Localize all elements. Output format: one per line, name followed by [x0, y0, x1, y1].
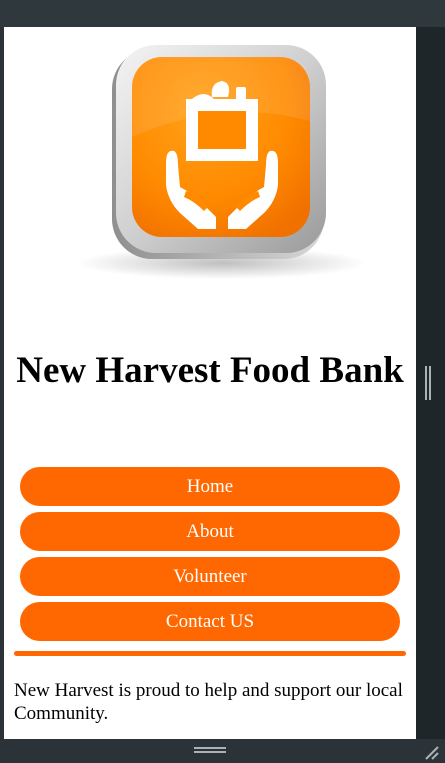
page-viewport: New Harvest Food Bank Home About Volunte… — [4, 27, 416, 739]
nav-about-button[interactable]: About — [20, 512, 400, 551]
nav-contact-button[interactable]: Contact US — [20, 602, 400, 641]
food-bank-logo-icon — [77, 45, 364, 279]
intro-paragraph: New Harvest is proud to help and support… — [14, 680, 403, 724]
orange-divider — [14, 651, 406, 656]
bottom-resize-handle[interactable] — [194, 746, 226, 754]
site-title: New Harvest Food Bank — [16, 350, 404, 391]
side-resize-handle[interactable] — [423, 366, 433, 400]
resize-corner-icon[interactable] — [420, 741, 440, 761]
nav-volunteer-button[interactable]: Volunteer — [20, 557, 400, 596]
nav-home-button[interactable]: Home — [20, 467, 400, 506]
window-top-bar — [0, 0, 445, 27]
main-nav: Home About Volunteer Contact US — [20, 467, 400, 647]
